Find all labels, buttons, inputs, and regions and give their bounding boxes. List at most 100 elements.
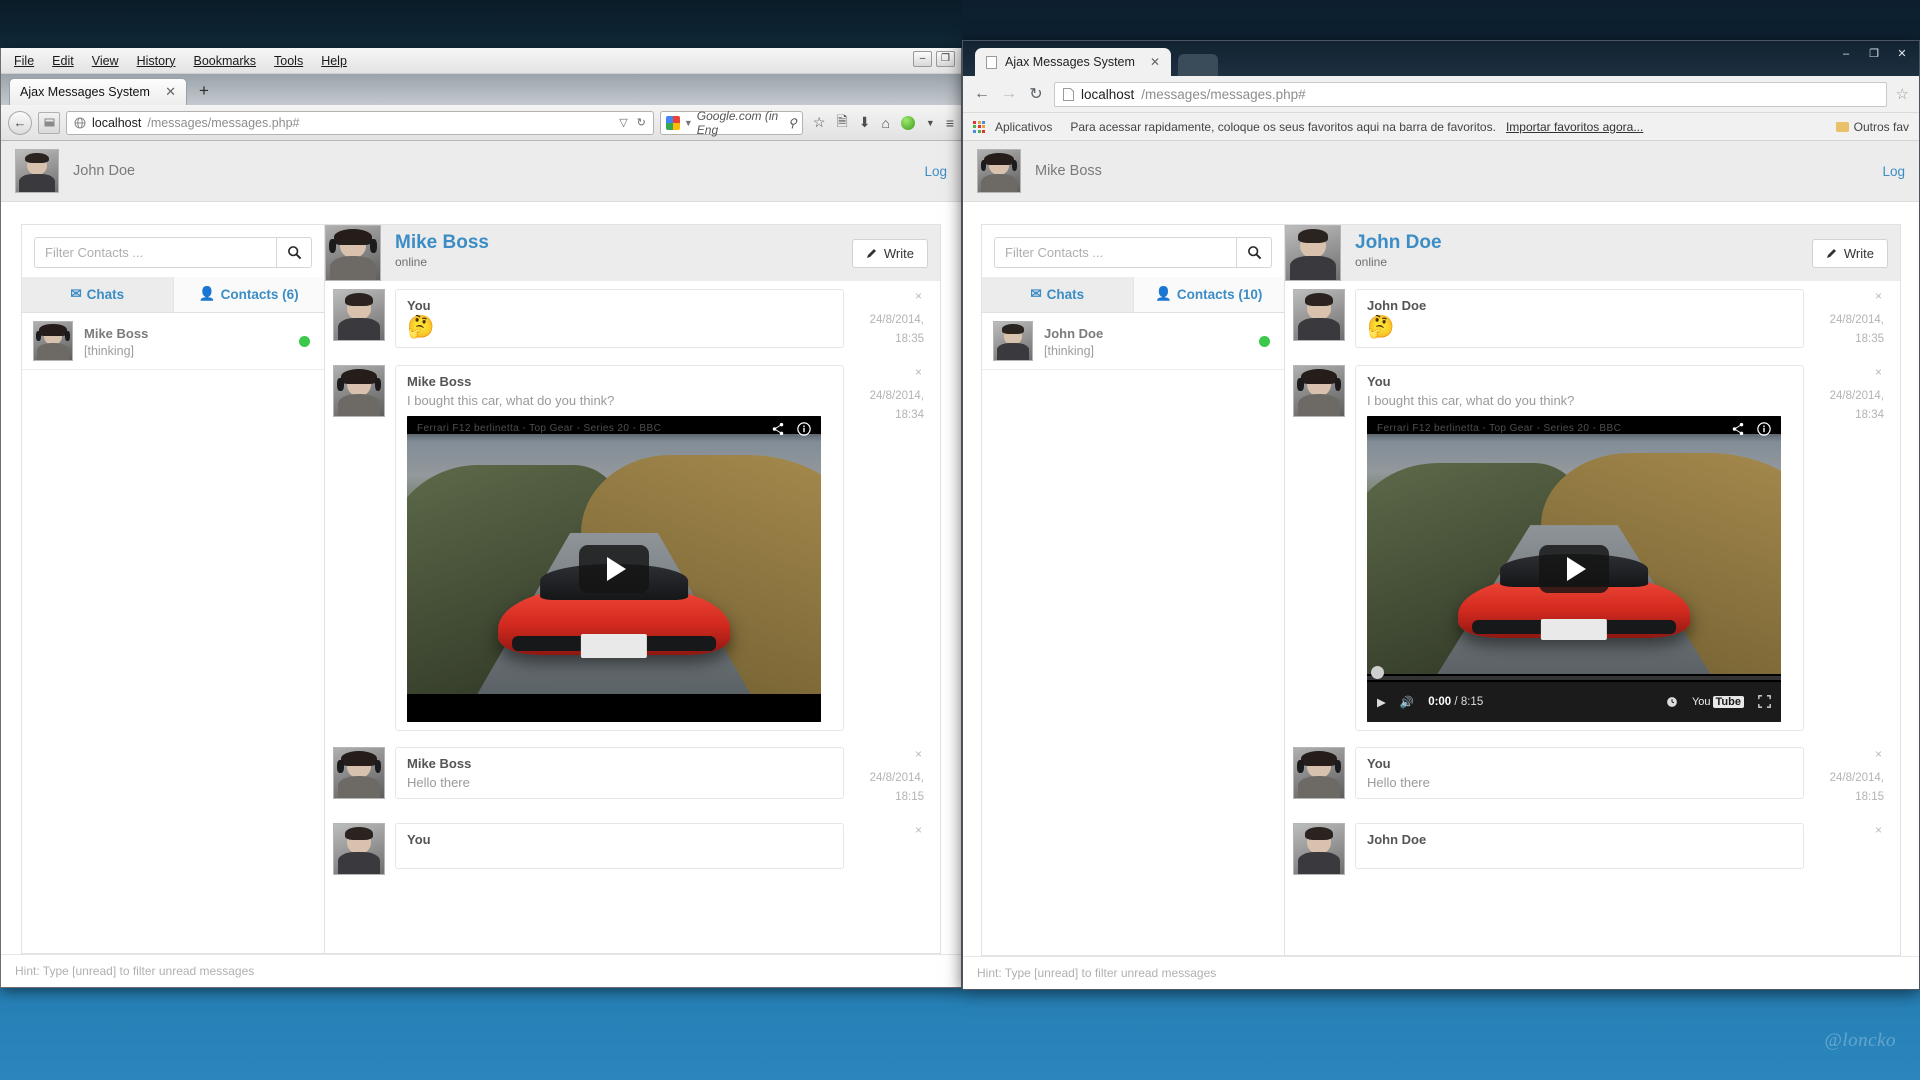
close-icon[interactable]: × (1814, 823, 1884, 837)
address-bar[interactable]: localhost/messages/messages.php# (1054, 81, 1887, 107)
message-sender: John Doe (1367, 298, 1427, 313)
close-icon[interactable]: × (854, 365, 924, 379)
progress-bar[interactable] (1367, 665, 1781, 680)
message-timestamp: 24/8/2014, 18:34 (1829, 389, 1884, 421)
avatar (1293, 746, 1345, 799)
list-item[interactable]: Mike Boss [thinking] (22, 313, 324, 370)
site-identity-icon[interactable] (38, 111, 60, 134)
close-icon[interactable]: × (1814, 747, 1884, 761)
menu-edit[interactable]: Edit (43, 51, 83, 71)
logout-link[interactable]: Log (924, 164, 947, 179)
fullscreen-icon (1758, 695, 1771, 709)
new-tab-button[interactable] (1178, 54, 1218, 76)
filter-contacts-input[interactable]: Filter Contacts ... (994, 237, 1236, 268)
back-icon[interactable]: ← (8, 110, 32, 135)
message-sender: John Doe (1367, 831, 1427, 847)
progress-handle[interactable] (1371, 665, 1384, 679)
app-body-right: Filter Contacts ... ✉ Chats 👤 Contacts (… (963, 202, 1919, 956)
person-icon: 👤 (1155, 286, 1172, 301)
close-icon[interactable]: × (1814, 365, 1884, 379)
apps-label[interactable]: Aplicativos (995, 120, 1052, 134)
menu-file[interactable]: File (5, 51, 43, 71)
new-tab-button[interactable]: + (199, 81, 209, 105)
star-icon[interactable]: ☆ (813, 114, 826, 131)
tab-ajax-messages-system[interactable]: Ajax Messages System ✕ (9, 78, 187, 105)
forward-icon[interactable]: → (1000, 85, 1018, 103)
status-badge (299, 335, 310, 347)
other-bookmarks-folder[interactable]: Outros fav (1835, 119, 1909, 134)
menu-help[interactable]: Help (312, 51, 356, 71)
reload-icon[interactable]: ↻ (1027, 84, 1045, 104)
maximize-button[interactable]: ❐ (1861, 45, 1887, 63)
close-icon[interactable]: × (854, 289, 924, 303)
chevron-down-icon[interactable]: ▼ (684, 118, 693, 128)
logout-link[interactable]: Log (1882, 164, 1905, 179)
close-icon[interactable]: × (854, 823, 924, 837)
reload-icon[interactable]: ↻ (637, 116, 646, 129)
close-icon[interactable]: × (1814, 289, 1884, 303)
video-embed[interactable]: Ferrari F12 berlinetta - Top Gear - Seri… (407, 415, 821, 722)
address-bar[interactable]: localhost/messages/messages.php# ▽ ↻ (66, 110, 654, 135)
home-icon[interactable]: ⌂ (881, 115, 889, 131)
star-icon[interactable]: ☆ (1896, 85, 1909, 103)
chrome-window-controls: – ❐ ✕ (1833, 45, 1915, 63)
menu-tools[interactable]: Tools (265, 51, 312, 71)
search-button[interactable] (276, 237, 312, 268)
close-icon[interactable]: × (854, 747, 924, 761)
play-icon[interactable]: ▶ (1377, 695, 1386, 709)
chevron-down-icon[interactable]: ▽ (619, 116, 627, 129)
avatar (1285, 225, 1341, 281)
list-item[interactable]: John Doe [thinking] (982, 313, 1284, 370)
download-icon[interactable]: ⬇ (859, 114, 871, 131)
menu-view[interactable]: View (83, 51, 128, 71)
play-button[interactable] (1539, 544, 1609, 593)
conversation-column-left: Mike Boss online Write You 🤔 × 24/8/2014… (324, 224, 941, 954)
volume-icon[interactable]: 🔊 (1400, 695, 1414, 709)
bookmarks-hint: Para acessar rapidamente, coloque os seu… (1070, 119, 1496, 134)
chevron-down-icon[interactable]: ▼ (926, 118, 935, 128)
minimize-button[interactable]: – (913, 51, 932, 67)
contact-preview: [thinking] (1044, 343, 1095, 358)
filter-contacts-input[interactable]: Filter Contacts ... (34, 237, 276, 268)
search-icon[interactable]: ⚲ (788, 116, 797, 130)
tab-contacts[interactable]: 👤 Contacts (10) (1133, 277, 1284, 312)
menu-icon[interactable]: ≡ (946, 115, 954, 131)
desktop-watermark: @loncko (1824, 1030, 1896, 1051)
message-bubble: John Doe (1355, 822, 1804, 869)
video-embed[interactable]: Ferrari F12 berlinetta - Top Gear - Seri… (1367, 415, 1781, 722)
tab-label: Contacts (6) (220, 286, 299, 302)
import-bookmarks-link[interactable]: Importar favoritos agora... (1506, 120, 1643, 134)
message-list-left: You 🤔 × 24/8/2014, 18:35 Mike Boss I bou… (325, 281, 940, 953)
menu-bookmarks[interactable]: Bookmarks (184, 51, 265, 71)
apps-grid-icon[interactable] (973, 120, 985, 133)
orb-icon[interactable] (900, 115, 915, 130)
library-icon[interactable]: 🗎 (836, 111, 847, 135)
duration: 8:15 (1460, 695, 1484, 708)
close-icon[interactable]: ✕ (165, 84, 176, 100)
video-title: Ferrari F12 berlinetta - Top Gear - Seri… (417, 423, 662, 435)
back-icon[interactable]: ← (973, 85, 991, 103)
message-bubble: You (395, 822, 844, 869)
close-icon[interactable]: ✕ (1150, 55, 1160, 69)
minimize-button[interactable]: – (1833, 45, 1859, 63)
folder-label: Outros fav (1853, 119, 1909, 134)
menu-history[interactable]: History (128, 51, 185, 71)
conversation-column-right: John Doe online Write John Doe 🤔 × 24/8/… (1284, 224, 1901, 956)
search-button[interactable] (1236, 237, 1272, 268)
tab-ajax-messages-system[interactable]: Ajax Messages System ✕ (975, 48, 1171, 76)
write-button[interactable]: Write (851, 238, 928, 268)
tab-contacts[interactable]: 👤 Contacts (6) (173, 277, 324, 312)
time-display: 0:00 / 8:15 (1428, 696, 1483, 708)
tab-chats[interactable]: ✉ Chats (22, 277, 174, 312)
search-bar[interactable]: ▼ Google.com (in Eng ⚲ (659, 109, 803, 137)
youtube-logo[interactable]: You Tube (1691, 695, 1744, 708)
contacts-column-left: Filter Contacts ... ✉ Chats 👤 Contacts (… (21, 224, 324, 954)
write-button[interactable]: Write (1811, 238, 1888, 268)
firefox-toolbar-icons: ☆ 🗎 ⬇ ⌂ ▼ ≡ (809, 111, 954, 135)
youtube-you: You (1691, 695, 1711, 708)
play-button[interactable] (579, 544, 649, 593)
avatar (15, 149, 59, 193)
tab-chats[interactable]: ✉ Chats (982, 277, 1134, 312)
maximize-button[interactable]: ❐ (936, 51, 955, 67)
close-button[interactable]: ✕ (1889, 45, 1915, 63)
